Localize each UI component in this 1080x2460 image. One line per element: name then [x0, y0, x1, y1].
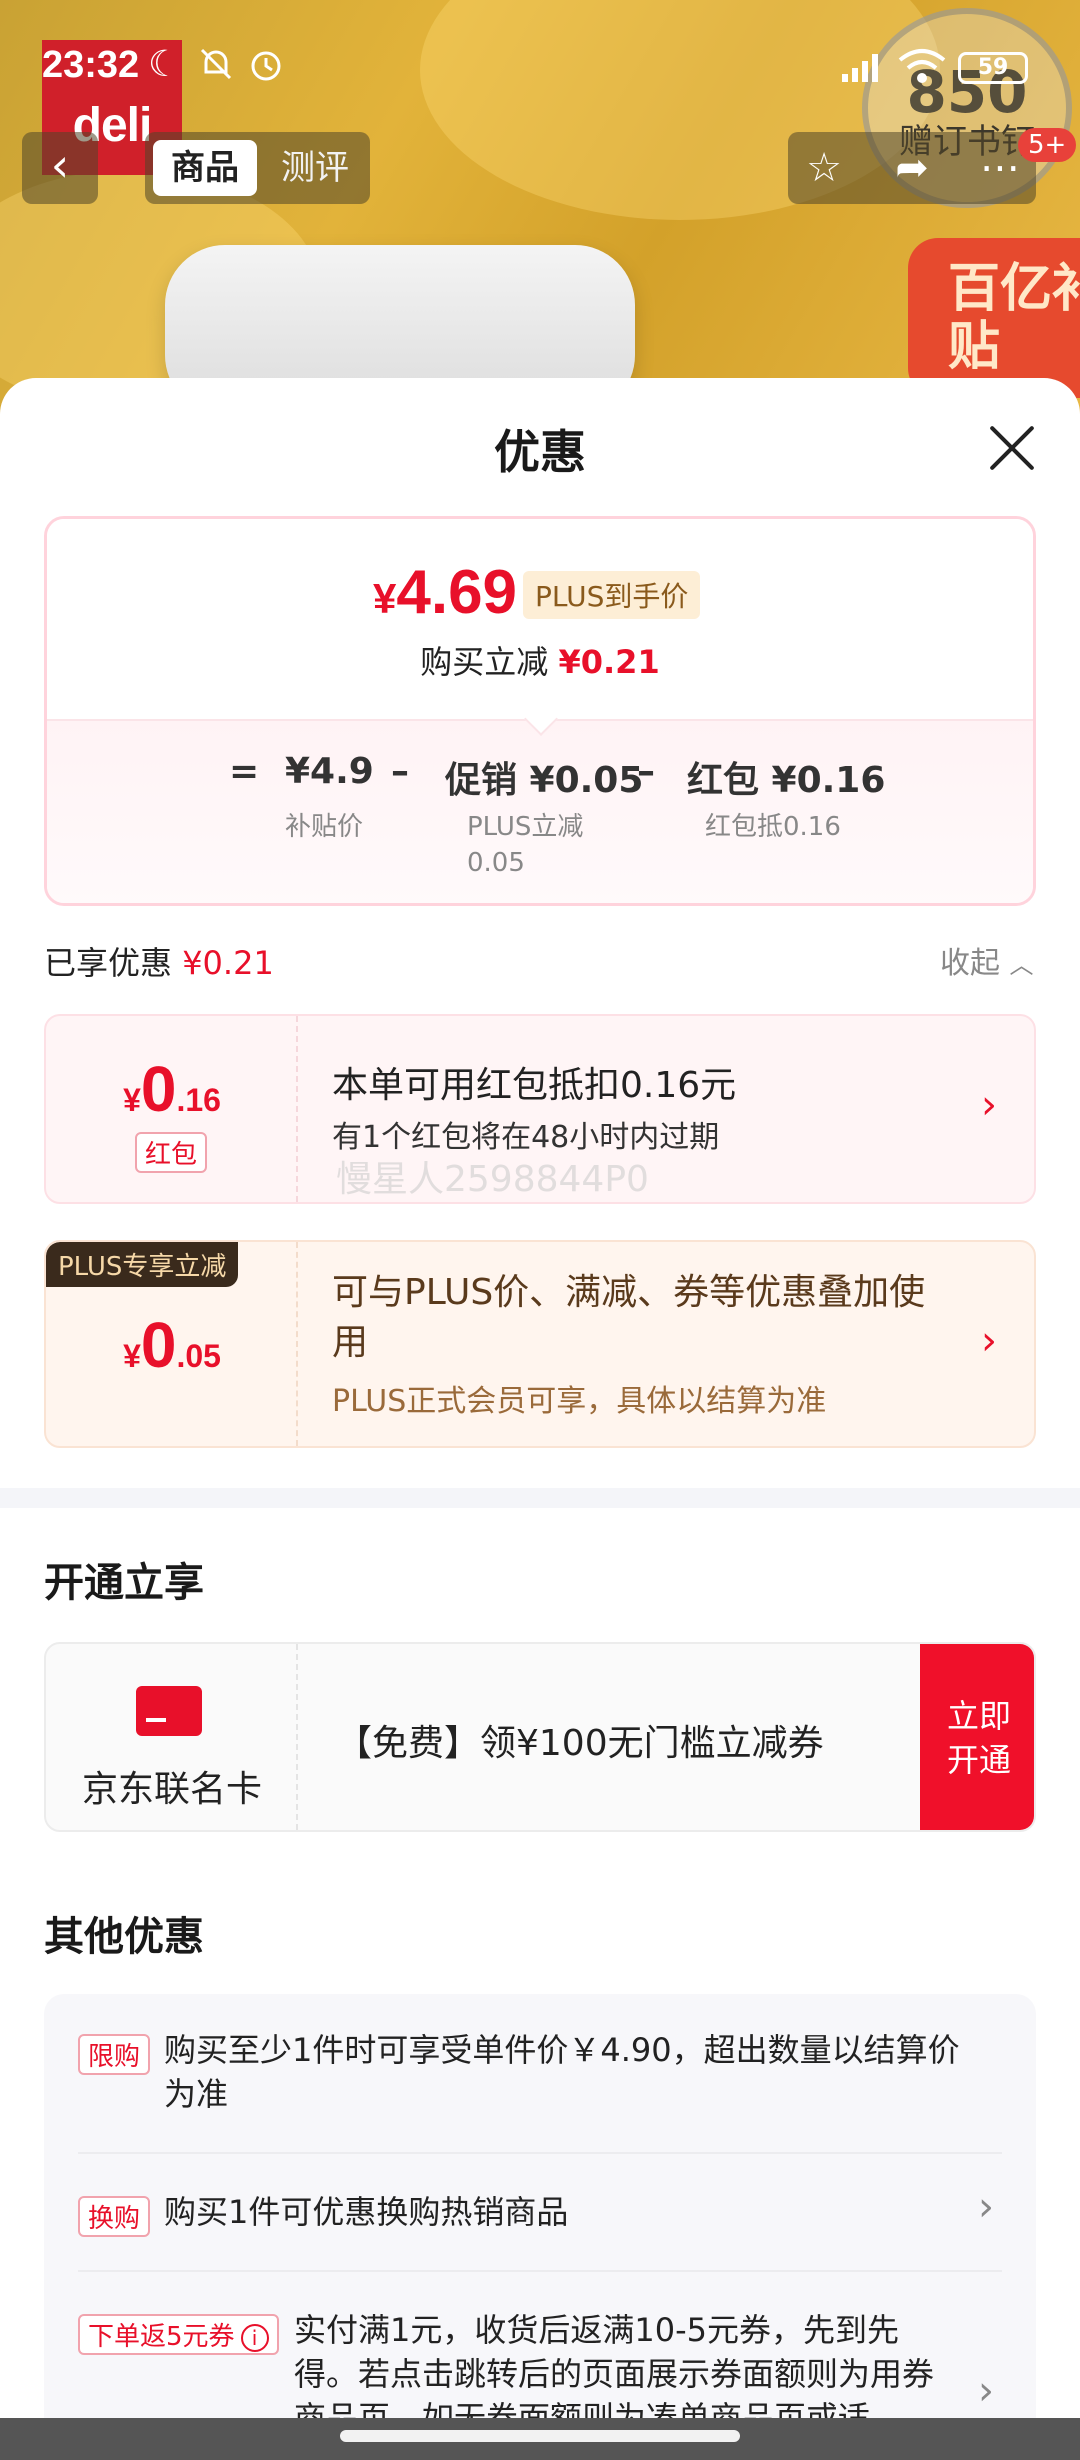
coupon-type-tag: 红包 [135, 1132, 208, 1173]
coupon-title: 本单可用红包抵扣0.16元 [332, 1065, 737, 1106]
status-time: 23:32 [42, 44, 140, 86]
close-icon[interactable] [982, 418, 1042, 478]
instant-discount-value: ¥0.21 [558, 643, 660, 681]
final-price-amount: 4.69 [396, 558, 518, 627]
system-navigation-bar [0, 2418, 1080, 2460]
section-title-other: 其他优惠 [44, 1914, 204, 1960]
coupon-amount-big: 0 [140, 1309, 177, 1381]
list-separator [78, 2270, 1002, 2272]
redpacket-label: 红包抵0.16 [705, 812, 841, 842]
exchange-tag: 换购 [78, 2196, 151, 2237]
instant-discount-label: 购买立减 [420, 643, 549, 681]
signal-icon [838, 46, 888, 95]
chevron-left-icon: ‹ [50, 138, 70, 192]
price-summary-card: ¥4.69 PLUS到手价 购买立减 ¥0.21 = ¥4.9 – 促销 ¥0.… [44, 516, 1036, 906]
collapse-button[interactable]: 收起 ︿ [940, 938, 1034, 982]
plus-price-tag: PLUS到手价 [523, 571, 701, 619]
price-summary-top: ¥4.69 PLUS到手价 购买立减 ¥0.21 [47, 519, 1033, 719]
enjoyed-value: ¥0.21 [182, 944, 274, 982]
tab-bar: 商品 测评 [145, 132, 370, 204]
coupon-currency: ¥ [123, 1082, 141, 1118]
chevron-right-icon: › [978, 2368, 994, 2414]
discount-sheet: 优惠 ¥4.69 PLUS到手价 购买立减 ¥0.21 = ¥4.9 – 促销 … [0, 378, 1080, 2460]
share-icon[interactable]: ➦ [884, 142, 940, 194]
open-card-button-label: 立即开通 [946, 1697, 1011, 1779]
final-price: ¥4.69 [373, 557, 517, 628]
redpacket-coupon[interactable]: ¥0.16 红包 本单可用红包抵扣0.16元 有1个红包将在48小时内过期 慢星… [44, 1014, 1036, 1204]
exchange-text: 购买1件可优惠换购热销商品 [164, 2193, 569, 2231]
section-divider [0, 1488, 1080, 1508]
status-bar: 23:32 ☾ 59 [0, 0, 1080, 130]
minus-sign: – [391, 751, 409, 792]
coupon-currency: ¥ [123, 1338, 141, 1374]
coupon-amount-small: .05 [176, 1338, 221, 1374]
chevron-up-icon: ︿ [1009, 951, 1034, 979]
battery-indicator: 59 [958, 52, 1028, 84]
action-bar: ☆ ➦ ⋯ [788, 132, 1036, 204]
star-icon[interactable]: ☆ [796, 142, 852, 194]
wifi-icon [896, 46, 948, 95]
other-discounts-list: 限购 购买至少1件时可享受单件价￥4.90，超出数量以结算价为准 换购 购买1件… [44, 1994, 1036, 2460]
tab-review[interactable]: 测评 [263, 140, 367, 196]
limit-tag: 限购 [78, 2034, 151, 2075]
coupon-amount: ¥0.05 [46, 1308, 298, 1382]
promo-value: 促销 ¥0.05 [445, 760, 644, 801]
credit-card-icon [136, 1686, 202, 1736]
back-button[interactable]: ‹ [22, 132, 98, 204]
subsidy-badge[interactable]: 百亿补贴 [908, 238, 1080, 398]
promo-label: PLUS立减 [467, 812, 584, 842]
sheet-title: 优惠 [494, 425, 586, 479]
notification-badge: 5+ [1018, 128, 1077, 162]
info-icon[interactable]: i [240, 2324, 269, 2352]
promo-label-amount: 0.05 [467, 848, 525, 878]
chevron-right-icon: › [981, 1082, 997, 1128]
chevron-right-icon: › [981, 1318, 997, 1364]
instant-discount: 购买立减 ¥0.21 [47, 637, 1033, 683]
plus-exclusive-tag: PLUS专享立减 [46, 1242, 239, 1287]
alarm-icon [246, 44, 286, 93]
minus-sign: – [637, 751, 655, 792]
plus-coupon[interactable]: PLUS专享立减 ¥0.05 可与PLUS价、满减、券等优惠叠加使用 PLUS正… [44, 1240, 1036, 1448]
limit-text: 购买至少1件时可享受单件价￥4.90，超出数量以结算价为准 [164, 2031, 960, 2113]
coupon-amount-big: 0 [140, 1053, 177, 1125]
chevron-right-icon: › [978, 2184, 994, 2230]
coupon-title: 可与PLUS价、满减、券等优惠叠加使用 [332, 1272, 926, 1363]
tab-product[interactable]: 商品 [153, 140, 257, 196]
subsidy-price-value: ¥4.9 [285, 751, 374, 792]
enjoyed-label: 已享优惠 [44, 944, 173, 982]
coupon-amount-small: .16 [176, 1082, 221, 1118]
cashback-tag: 下单返5元券 i [78, 2314, 279, 2355]
open-card-button[interactable]: 立即开通 [920, 1644, 1034, 1830]
subsidy-price-label: 补贴价 [285, 812, 364, 842]
card-name: 京东联名卡 [81, 1769, 262, 1810]
card-offer-text: 【免费】领¥100无门槛立减券 [336, 1723, 824, 1764]
coupon-amount: ¥0.16 [46, 1052, 298, 1126]
list-separator [78, 2152, 1002, 2154]
redpacket-value: 红包 ¥0.16 [687, 760, 886, 801]
section-title-open: 开通立享 [44, 1560, 204, 1606]
home-indicator[interactable] [340, 2430, 740, 2442]
collapse-label: 收起 [940, 946, 1000, 981]
cobrand-card-offer[interactable]: 京东联名卡 【免费】领¥100无门槛立减券 立即开通 [44, 1642, 1036, 1832]
muted-bell-icon [196, 44, 236, 93]
cashback-tag-label: 下单返5元券 [88, 2322, 235, 2352]
coupon-description: PLUS正式会员可享，具体以结算为准 [332, 1384, 827, 1419]
moon-icon: ☾ [148, 44, 181, 85]
final-price-currency: ¥ [373, 575, 397, 622]
equals-sign: = [229, 751, 260, 792]
enjoyed-discount: 已享优惠 ¥0.21 [44, 938, 274, 984]
user-watermark: 慢星人2598844P0 [336, 1159, 649, 1200]
